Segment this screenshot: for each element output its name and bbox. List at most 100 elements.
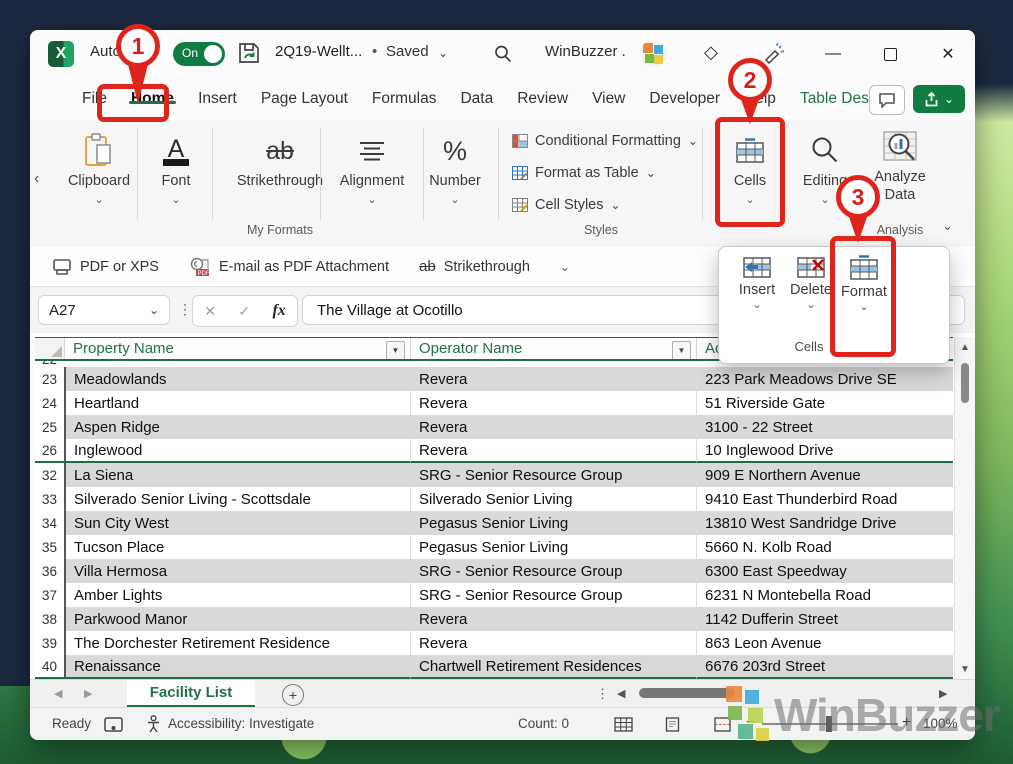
clipboard-chevron-icon[interactable]: ⌄	[64, 193, 134, 206]
row-number[interactable]: 32	[35, 463, 64, 487]
macro-record-icon[interactable]	[104, 717, 123, 732]
maximize-button[interactable]	[873, 40, 907, 68]
zoom-in-button[interactable]: +	[902, 714, 911, 732]
account-name[interactable]: WinBuzzer .	[545, 43, 626, 60]
insert-chevron-icon[interactable]: ⌄	[729, 298, 785, 311]
cell-address[interactable]: 13810 West Sandridge Drive	[696, 511, 953, 535]
font-chevron-icon[interactable]: ⌄	[144, 193, 208, 206]
confirm-entry-icon[interactable]: ✓	[238, 303, 250, 320]
qat-strikethrough-button[interactable]: ab Strikethrough	[419, 258, 530, 275]
tab-view[interactable]: View	[580, 90, 637, 108]
tab-data[interactable]: Data	[448, 90, 505, 108]
header-operator-name[interactable]: Operator Name ▼	[410, 338, 696, 359]
sheet-nav-right-icon[interactable]: ▶	[84, 687, 92, 700]
table-row[interactable]: 26InglewoodRevera10 Inglewood Drive	[35, 439, 953, 463]
accessibility-icon[interactable]	[146, 715, 161, 733]
zoom-slider-thumb[interactable]	[826, 716, 832, 732]
format-as-table-button[interactable]: Format as Table ⌄	[512, 160, 656, 186]
cell-operator-name[interactable]: Pegasus Senior Living	[410, 511, 696, 535]
row-number[interactable]: 25	[35, 415, 64, 439]
row-number[interactable]: 33	[35, 487, 64, 511]
tab-review[interactable]: Review	[505, 90, 580, 108]
cell-property-name[interactable]: Villa Hermosa	[64, 559, 410, 583]
cell-property-name[interactable]: Heartland	[64, 391, 410, 415]
avatar[interactable]	[640, 40, 667, 67]
hscroll-right-icon[interactable]: ▶	[939, 687, 947, 700]
cell-operator-name[interactable]: Revera	[410, 391, 696, 415]
vertical-scroll-thumb[interactable]	[961, 363, 969, 403]
table-row[interactable]: 32La SienaSRG - Senior Resource Group909…	[35, 463, 953, 487]
cell-address[interactable]: 1142 Dufferin Street	[696, 607, 953, 631]
cell-address[interactable]: 6231 N Montebella Road	[696, 583, 953, 607]
hscroll-left-icon[interactable]: ◀	[617, 687, 625, 700]
cell-address[interactable]: 51 Riverside Gate	[696, 391, 953, 415]
number-group[interactable]: % Number ⌄	[415, 120, 495, 247]
tab-developer[interactable]: Developer	[637, 90, 732, 108]
ribbon-collapse-icon[interactable]: ⌄	[942, 218, 953, 234]
cell-property-name[interactable]: Tucson Place	[64, 535, 410, 559]
formula-grip-dots[interactable]: ⋮	[178, 301, 192, 318]
accessibility-status[interactable]: Accessibility: Investigate	[168, 716, 314, 731]
cell-address[interactable]: 863 Leon Avenue	[696, 631, 953, 655]
row-number[interactable]: 34	[35, 511, 64, 535]
row-number[interactable]: 39	[35, 631, 64, 655]
premium-diamond-icon[interactable]: ◇	[704, 42, 718, 63]
share-button[interactable]: ⌄	[913, 85, 965, 113]
saved-status[interactable]: Saved	[386, 43, 429, 60]
row-number[interactable]: 23	[35, 367, 64, 391]
cell-property-name[interactable]: Amber Lights	[64, 583, 410, 607]
cell-property-name[interactable]: La Siena	[64, 463, 410, 487]
email-pdf-button[interactable]: PDF E-mail as PDF Attachment	[189, 257, 389, 277]
alignment-group[interactable]: Alignment ⌄	[324, 120, 420, 247]
cell-property-name[interactable]: The Dorchester Retirement Residence	[64, 631, 410, 655]
header-property-name[interactable]: Property Name ▼	[64, 338, 410, 359]
cell-address[interactable]: 9410 East Thunderbird Road	[696, 487, 953, 511]
cell-operator-name[interactable]: Revera	[410, 439, 696, 463]
vertical-scrollbar[interactable]: ▲ ▼	[954, 337, 975, 679]
search-icon[interactable]	[493, 44, 513, 64]
cell-property-name[interactable]: Sun City West	[64, 511, 410, 535]
alignment-chevron-icon[interactable]: ⌄	[324, 193, 420, 206]
cell-styles-button[interactable]: Cell Styles ⌄	[512, 192, 621, 218]
table-row[interactable]: 36Villa HermosaSRG - Senior Resource Gro…	[35, 559, 953, 583]
cell-operator-name[interactable]: Revera	[410, 367, 696, 391]
name-box[interactable]: A27 ⌄	[38, 295, 170, 325]
row-number[interactable]: 38	[35, 607, 64, 631]
insert-menu-button[interactable]: Insert ⌄	[729, 255, 785, 311]
table-row[interactable]: 24HeartlandRevera51 Riverside Gate	[35, 391, 953, 415]
cell-property-name[interactable]: Meadowlands	[64, 367, 410, 391]
horizontal-scroll-thumb[interactable]	[639, 688, 735, 698]
scroll-down-icon[interactable]: ▼	[955, 664, 975, 675]
tab-insert[interactable]: Insert	[186, 90, 249, 108]
font-group[interactable]: A Font ⌄	[144, 120, 208, 247]
tab-page-layout[interactable]: Page Layout	[249, 90, 360, 108]
autosave-toggle[interactable]: On	[173, 42, 225, 66]
zoom-level[interactable]: 100%	[923, 716, 958, 731]
row-number[interactable]: 26	[35, 439, 64, 463]
table-row[interactable]: 40RenaissanceChartwell Retirement Reside…	[35, 655, 953, 679]
row-number[interactable]: 40	[35, 655, 64, 679]
cell-address[interactable]: 223 Park Meadows Drive SE	[696, 367, 953, 391]
qat-overflow-chevron-icon[interactable]: ⌄	[560, 260, 570, 274]
cancel-entry-icon[interactable]: ✕	[204, 303, 216, 320]
tab-formulas[interactable]: Formulas	[360, 90, 449, 108]
sheet-tab-facility-list[interactable]: Facility List	[127, 680, 255, 708]
conditional-formatting-button[interactable]: Conditional Formatting ⌄	[512, 128, 698, 154]
cell-property-name[interactable]: Parkwood Manor	[64, 607, 410, 631]
cell-operator-name[interactable]: Revera	[410, 607, 696, 631]
minimize-button[interactable]: —	[816, 40, 850, 68]
cell-property-name[interactable]: Aspen Ridge	[64, 415, 410, 439]
sheet-grip-dots[interactable]: ⋮	[596, 686, 609, 702]
table-row[interactable]: 38Parkwood ManorRevera1142 Dufferin Stre…	[35, 607, 953, 631]
number-chevron-icon[interactable]: ⌄	[415, 193, 495, 206]
table-row[interactable]: 34Sun City WestPegasus Senior Living1381…	[35, 511, 953, 535]
table-row[interactable]: 25Aspen RidgeRevera3100 - 22 Street	[35, 415, 953, 439]
cell-address[interactable]: 5660 N. Kolb Road	[696, 535, 953, 559]
page-break-view-icon[interactable]	[714, 717, 731, 732]
cell-operator-name[interactable]: SRG - Senior Resource Group	[410, 559, 696, 583]
cell-operator-name[interactable]: Revera	[410, 631, 696, 655]
zoom-out-button[interactable]: −	[746, 714, 755, 732]
horizontal-scrollbar[interactable]: ◀ ▶	[615, 684, 950, 702]
table-row[interactable]: 33Silverado Senior Living - ScottsdaleSi…	[35, 487, 953, 511]
sheet-nav-left-icon[interactable]: ◀	[54, 687, 62, 700]
